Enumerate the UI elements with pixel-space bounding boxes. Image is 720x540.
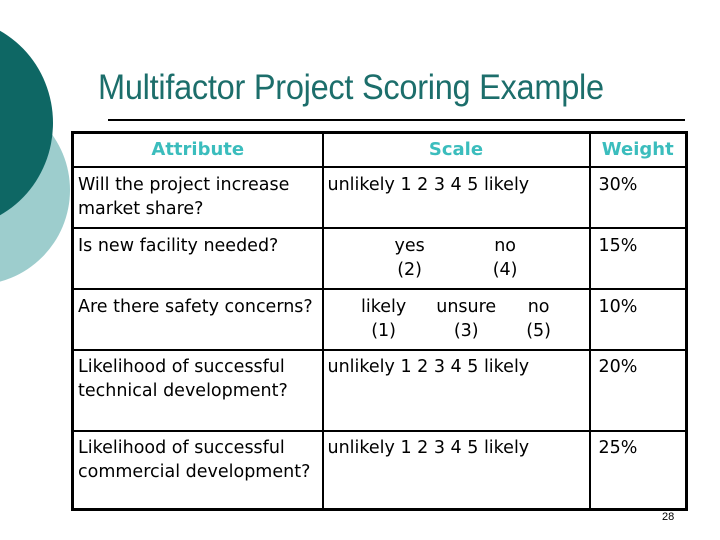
table-row: Likelihood of successful commercial deve… [71,430,688,511]
scale-option-value: (2) [397,260,422,280]
scale-cell: unlikely 1 2 3 4 5 likely [321,349,591,432]
attribute-cell: Will the project increase market share? [71,166,324,229]
scale-option-label: unsure [436,297,497,317]
scale-option-value: (4) [492,260,518,280]
scale-option-label: no [527,297,550,317]
scale-cell: likely (1) unsure (3) no (5) [321,288,591,351]
scoring-table: Attribute Scale Weight Will the project … [71,131,688,511]
scale-option: no (4) [493,234,518,282]
scale-option: likely (1) [361,295,406,343]
scale-option-value: (1) [371,321,397,341]
scale-option-value: (5) [526,321,551,341]
scale-option-value: (3) [453,321,479,341]
title-divider [108,119,685,121]
weight-cell: 15% [588,227,688,290]
scale-option-label: no [494,236,517,256]
table-row: Is new facility needed? yes (2) no (4) 1… [71,227,688,290]
attribute-cell: Is new facility needed? [71,227,324,290]
scale-option: yes (2) [394,234,424,282]
header-attribute: Attribute [71,131,324,168]
slide-number: 28 [662,511,675,523]
scale-option-label: likely [361,297,407,317]
weight-cell: 20% [588,349,688,432]
table-row: Will the project increase market share? … [71,166,688,229]
table-row: Likelihood of successful technical devel… [71,349,688,432]
scale-option: unsure (3) [436,295,496,343]
header-weight: Weight [588,131,688,168]
table-header-row: Attribute Scale Weight [71,131,688,168]
weight-cell: 25% [588,430,688,511]
weight-cell: 30% [588,166,688,229]
weight-cell: 10% [588,288,688,351]
scale-option: no (5) [526,295,551,343]
header-scale: Scale [321,131,591,168]
scale-option-label: yes [394,236,425,256]
attribute-cell: Likelihood of successful technical devel… [71,349,324,432]
slide-title: Multifactor Project Scoring Example [98,68,604,107]
scale-cell: unlikely 1 2 3 4 5 likely [321,166,591,229]
table-row: Are there safety concerns? likely (1) un… [71,288,688,351]
scale-cell: yes (2) no (4) [321,227,591,290]
attribute-cell: Likelihood of successful commercial deve… [71,430,324,511]
attribute-cell: Are there safety concerns? [71,288,324,351]
scale-cell: unlikely 1 2 3 4 5 likely [321,430,591,511]
